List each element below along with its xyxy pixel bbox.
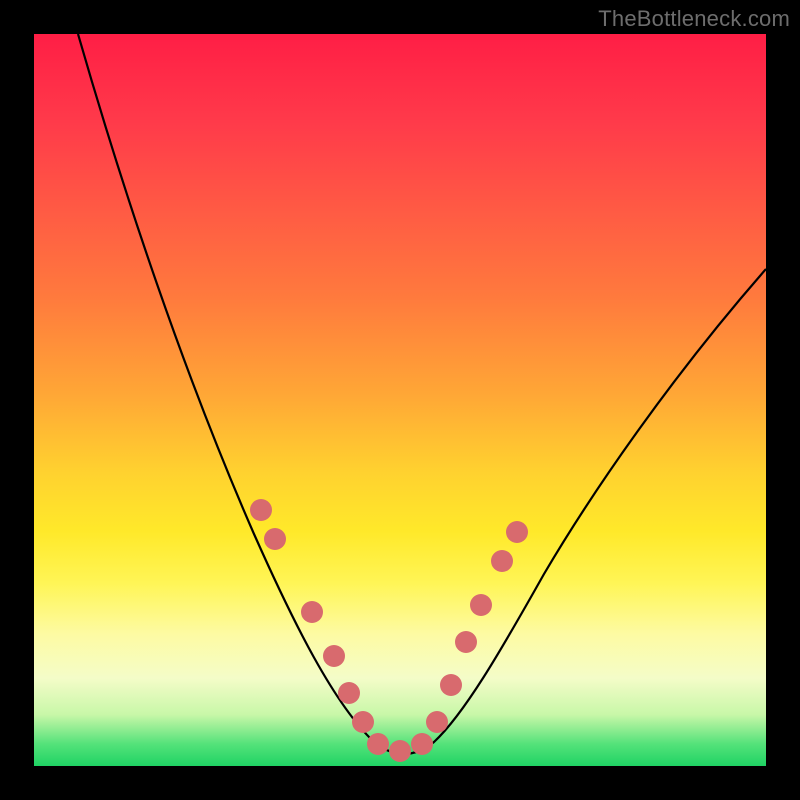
marker-dot [455,631,477,653]
marker-dot [338,682,360,704]
curve-svg [34,34,766,766]
watermark-text: TheBottleneck.com [598,6,790,32]
marker-dot [301,601,323,623]
marker-dot [352,711,374,733]
marker-dot [470,594,492,616]
marker-dot [491,550,513,572]
marker-dot [264,528,286,550]
marker-dot [506,521,528,543]
marker-dot [367,733,389,755]
bottleneck-curve [78,34,766,754]
plot-area [34,34,766,766]
chart-frame: TheBottleneck.com [0,0,800,800]
marker-dot [250,499,272,521]
marker-dot [323,645,345,667]
marker-dot [440,674,462,696]
marker-dot [426,711,448,733]
marker-dot [411,733,433,755]
marker-dot [389,740,411,762]
